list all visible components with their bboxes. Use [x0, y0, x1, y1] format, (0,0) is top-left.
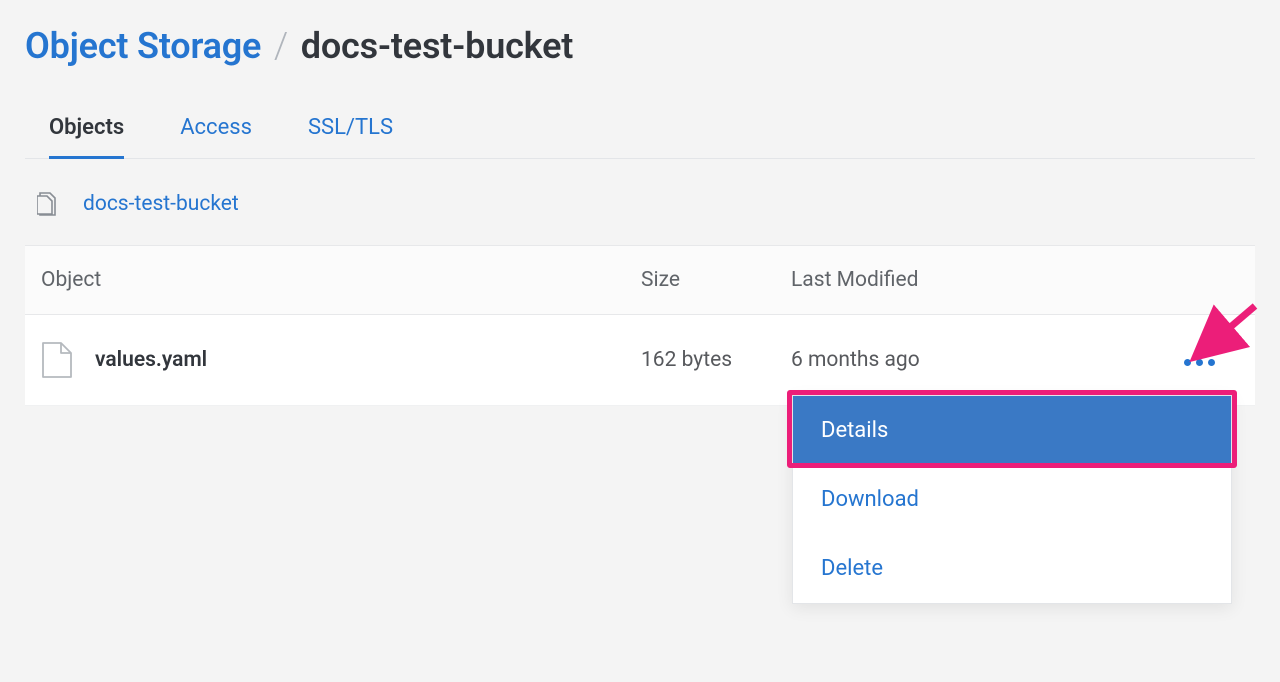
breadcrumb-separator: /	[270, 25, 292, 67]
file-icon	[41, 341, 73, 379]
tab-ssl-tls[interactable]: SSL/TLS	[308, 115, 393, 159]
dots-icon	[1184, 359, 1191, 366]
dots-icon	[1196, 359, 1203, 366]
menu-item-download[interactable]: Download	[793, 465, 1231, 534]
tab-access[interactable]: Access	[180, 115, 252, 159]
tab-objects[interactable]: Objects	[49, 115, 124, 159]
objects-table: Object Size Last Modified val	[25, 245, 1255, 406]
col-header-object: Object	[25, 246, 625, 315]
menu-item-delete[interactable]: Delete	[793, 534, 1231, 603]
breadcrumb-root-link[interactable]: Object Storage	[25, 25, 261, 67]
bucket-icon	[37, 191, 59, 217]
col-header-size: Size	[625, 246, 775, 315]
menu-item-details[interactable]: Details	[793, 396, 1231, 465]
file-modified: 6 months ago	[775, 315, 1079, 406]
page-title: Object Storage / docs-test-bucket	[25, 25, 1255, 67]
breadcrumb-current: docs-test-bucket	[301, 25, 573, 67]
tabs: Objects Access SSL/TLS	[25, 115, 1255, 159]
file-size: 162 bytes	[625, 315, 775, 406]
file-name: values.yaml	[95, 348, 207, 372]
dots-icon	[1208, 359, 1215, 366]
table-row[interactable]: values.yaml 162 bytes 6 months ago	[25, 315, 1255, 406]
row-actions-button[interactable]	[1178, 353, 1221, 372]
path-bucket-link[interactable]: docs-test-bucket	[83, 192, 239, 216]
col-header-actions	[1079, 246, 1255, 315]
col-header-modified: Last Modified	[775, 246, 1079, 315]
path-breadcrumb: docs-test-bucket	[25, 159, 1255, 245]
row-actions-menu: Details Download Delete	[792, 395, 1232, 604]
